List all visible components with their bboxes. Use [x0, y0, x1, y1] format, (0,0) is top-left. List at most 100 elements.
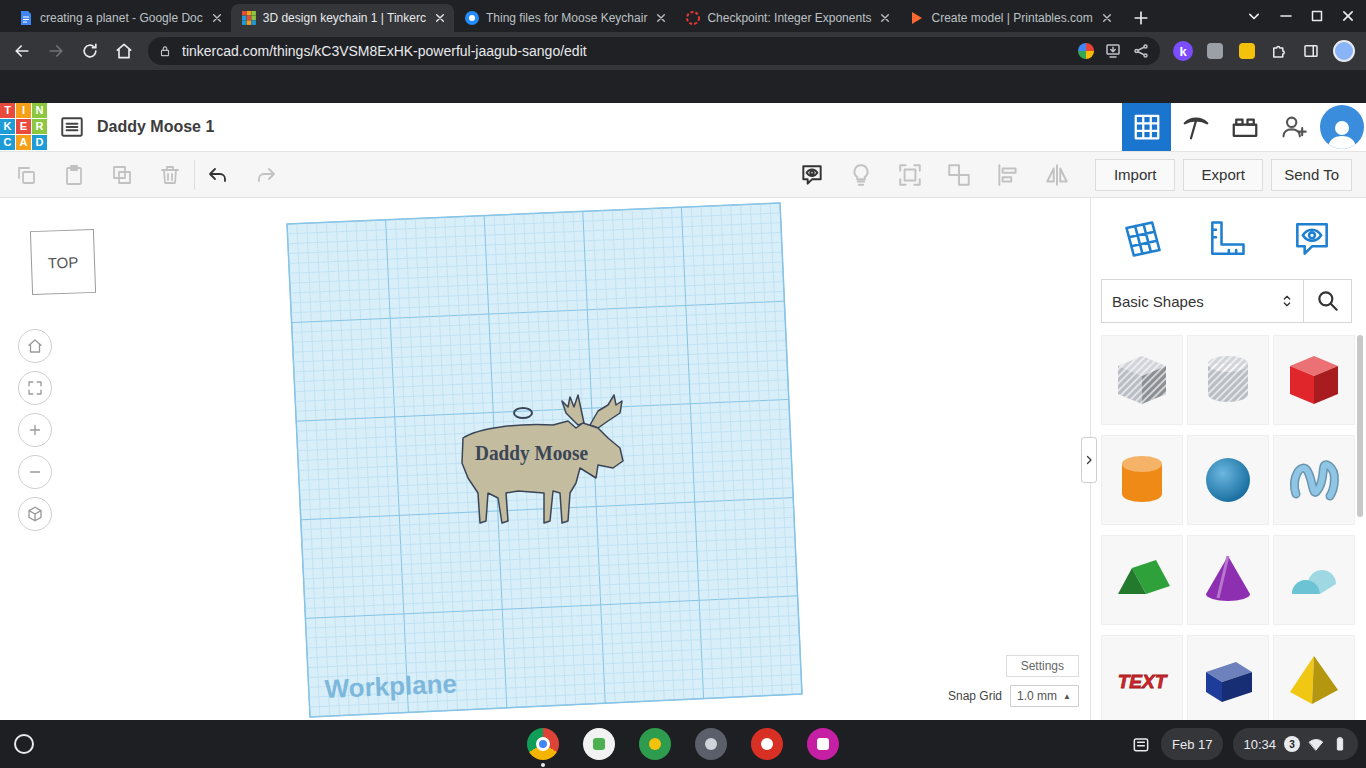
shape-tile[interactable]	[1187, 335, 1269, 425]
workplane[interactable]	[287, 203, 802, 717]
workplane-canvas[interactable]: WorkplaneDaddy MooseTOPSettingsSnap Grid…	[0, 198, 1090, 720]
moose-body[interactable]	[462, 421, 623, 523]
copy-tool[interactable]	[2, 152, 50, 198]
tab-close-icon[interactable]	[653, 10, 669, 26]
file-button[interactable]: Import	[1095, 159, 1175, 191]
browser-tab[interactable]: creating a planet - Google Doc	[8, 4, 231, 32]
design-title[interactable]: Daddy Moose 1	[97, 118, 214, 136]
shape-category-dropdown[interactable]: Basic Shapes	[1101, 279, 1304, 323]
system-tray[interactable]: 10:343	[1233, 728, 1358, 760]
shape-tile[interactable]	[1187, 535, 1269, 625]
invite-button[interactable]	[1269, 103, 1318, 151]
fit-view-button[interactable]	[18, 371, 52, 405]
design-menu-button[interactable]	[59, 114, 85, 140]
bulb-tool[interactable]	[836, 152, 885, 198]
account-button[interactable]	[1318, 103, 1366, 151]
home-button[interactable]	[108, 35, 140, 67]
shape-search-button[interactable]	[1304, 279, 1352, 323]
tab-close-icon[interactable]	[877, 10, 893, 26]
shelf-app[interactable]	[582, 727, 616, 761]
share-icon[interactable]	[1132, 42, 1150, 60]
zoomout-view-button[interactable]	[18, 455, 52, 489]
launcher-icon[interactable]	[14, 734, 34, 754]
tab-close-icon[interactable]	[432, 10, 448, 26]
shape-tile[interactable]	[1273, 435, 1355, 525]
home-view-button[interactable]	[18, 329, 52, 363]
logo-letter: T	[4, 103, 11, 118]
tab-search-icon[interactable]	[1244, 6, 1264, 26]
zoomin-view-button[interactable]	[18, 413, 52, 447]
delete-tool[interactable]	[146, 152, 194, 198]
tab-close-icon[interactable]	[209, 10, 225, 26]
favicon-icon	[241, 10, 257, 26]
scrollbar-thumb[interactable]	[1357, 335, 1363, 517]
tab-close-icon[interactable]	[1099, 10, 1115, 26]
shelf-app[interactable]	[806, 727, 840, 761]
maximize-icon[interactable]	[1308, 7, 1326, 25]
model-text[interactable]: Daddy Moose	[475, 441, 588, 465]
shape-tile[interactable]	[1101, 435, 1183, 525]
workplane-tool[interactable]	[1121, 217, 1165, 261]
browser-tab[interactable]: Thing files for Moose Keychair	[454, 4, 675, 32]
minimize-icon[interactable]	[1276, 6, 1296, 26]
svg-part	[1279, 293, 1295, 309]
reload-button[interactable]	[74, 35, 106, 67]
snap-grid-select[interactable]: 1.0 mm▲	[1010, 685, 1079, 707]
view-mode-button[interactable]	[1171, 103, 1220, 151]
shape-tile[interactable]	[1273, 635, 1355, 720]
view-cube[interactable]: TOP	[30, 229, 96, 295]
ungroup-tool[interactable]	[934, 152, 983, 198]
shelf-app[interactable]	[526, 727, 560, 761]
notes-tool[interactable]	[1290, 217, 1334, 261]
new-tab-button[interactable]	[1125, 4, 1157, 32]
browser-tab[interactable]: Checkpoint: Integer Exponents	[675, 4, 899, 32]
workplane-scene[interactable]: WorkplaneDaddy Moose	[0, 198, 1090, 720]
file-button[interactable]: Send To	[1271, 159, 1352, 191]
browser-tab[interactable]: Create model | Printables.com	[899, 4, 1120, 32]
perspective-view-button[interactable]	[18, 497, 52, 531]
ruler-tool[interactable]	[1205, 217, 1249, 261]
shape-tile[interactable]	[1187, 435, 1269, 525]
svg-part	[1132, 42, 1150, 60]
back-button[interactable]	[6, 35, 38, 67]
browser-tab[interactable]: 3D design keychain 1 | Tinkerc	[231, 4, 454, 32]
panel-collapse-handle[interactable]	[1081, 437, 1097, 483]
align-tool[interactable]	[983, 152, 1032, 198]
notes-tool[interactable]	[787, 152, 836, 198]
side-panel-button[interactable]	[1296, 36, 1326, 66]
holding-space-button[interactable]	[1131, 734, 1151, 754]
keyring-hole[interactable]	[514, 408, 532, 418]
install-icon[interactable]	[1104, 42, 1122, 60]
shelf-app[interactable]	[638, 727, 672, 761]
duplicate-tool[interactable]	[98, 152, 146, 198]
file-button[interactable]: Export	[1183, 159, 1263, 191]
undo-tool[interactable]	[194, 152, 242, 198]
shape-tile[interactable]	[1187, 635, 1269, 720]
shelf-app[interactable]	[750, 727, 784, 761]
extension-three[interactable]	[1232, 36, 1262, 66]
shape-face	[1122, 456, 1162, 472]
redo-tool[interactable]	[242, 152, 290, 198]
window-close-icon[interactable]	[1338, 6, 1358, 26]
shape-tile[interactable]	[1101, 335, 1183, 425]
settings-button[interactable]: Settings	[1006, 655, 1079, 677]
shape-tile[interactable]	[1101, 535, 1183, 625]
date-tray[interactable]: Feb 17	[1161, 728, 1223, 760]
group-tool[interactable]	[885, 152, 934, 198]
extensions-button[interactable]	[1264, 36, 1294, 66]
moose-keychain-model[interactable]: Daddy Moose	[462, 395, 623, 523]
shape-tile[interactable]	[1273, 335, 1355, 425]
omnibox[interactable]: tinkercad.com/things/kC3VSM8ExHK-powerfu…	[148, 37, 1160, 65]
tinkercad-logo[interactable]: TINKERCAD	[0, 103, 47, 150]
view-mode-button[interactable]	[1220, 103, 1269, 151]
extension-button[interactable]: k	[1168, 36, 1198, 66]
shelf-app[interactable]	[694, 727, 728, 761]
shape-tile[interactable]: TEXT	[1101, 635, 1183, 720]
forward-button[interactable]	[40, 35, 72, 67]
mirror-tool[interactable]	[1032, 152, 1081, 198]
extension-two[interactable]	[1200, 36, 1230, 66]
shape-tile[interactable]	[1273, 535, 1355, 625]
paste-tool[interactable]	[50, 152, 98, 198]
profile-button[interactable]	[1328, 36, 1360, 66]
view-mode-button[interactable]	[1122, 103, 1171, 151]
